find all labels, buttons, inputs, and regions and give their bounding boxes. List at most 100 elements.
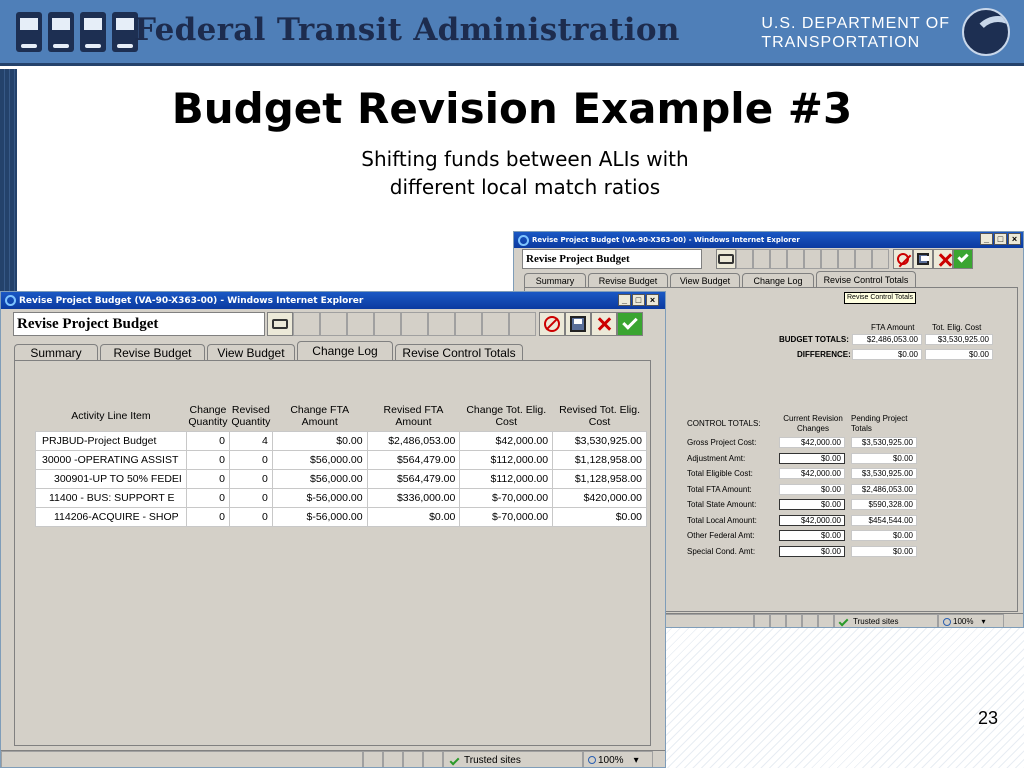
front-status-bar: Trusted sites 100% ▾ xyxy=(1,750,665,767)
cell-change-elig: $42,000.00 xyxy=(459,430,554,451)
maximize-button[interactable]: □ xyxy=(994,233,1007,245)
ct-label-special-cond: Special Cond. Amt: xyxy=(687,547,756,556)
front-zoom-control[interactable]: 100% ▾ xyxy=(583,751,653,767)
tab-view-budget[interactable]: View Budget xyxy=(207,344,295,360)
table-row[interactable]: 30000 -OPERATING ASSIST 0 0 $56,000.00 $… xyxy=(35,449,647,470)
back-tab-revise-control-totals[interactable]: Revise Control Totals xyxy=(816,271,916,287)
back-zone-indicator: Trusted sites xyxy=(834,614,938,627)
col-header-revised-elig: Revised Tot. Elig. Cost xyxy=(559,403,641,428)
table-row[interactable]: 300901-UP TO 50% FEDEI 0 0 $56,000.00 $5… xyxy=(35,468,647,489)
front-zone-indicator: Trusted sites xyxy=(443,751,583,767)
cell-revised-fta: $564,479.00 xyxy=(366,468,461,489)
minimize-button[interactable]: _ xyxy=(980,233,993,245)
cell-change-fta: $-56,000.00 xyxy=(271,487,368,508)
budget-totals-label: BUDGET TOTALS: xyxy=(779,335,849,344)
back-toolbar: Revise Project Budget xyxy=(522,249,1020,269)
tab-revise-control-totals[interactable]: Revise Control Totals xyxy=(395,344,523,360)
close-button[interactable]: × xyxy=(1008,233,1021,245)
col-header-change-qty: Change Quantity xyxy=(188,403,228,428)
back-zoom-control[interactable]: 100% ▾ xyxy=(938,614,1004,627)
cell-ali: 114206-ACQUIRE - SHOP xyxy=(35,506,187,527)
cell-change-qty: 0 xyxy=(185,506,230,527)
cell-change-qty: 0 xyxy=(185,430,230,451)
back-tab-strip: Summary Revise Budget View Budget Change… xyxy=(524,271,918,287)
difference-fta: $0.00 xyxy=(852,349,922,360)
slide-title: Budget Revision Example #3 xyxy=(171,84,853,133)
ct-current-total-eligible: $42,000.00 xyxy=(779,468,845,479)
cell-revised-fta: $0.00 xyxy=(366,506,461,527)
back-window-controls: _ □ × xyxy=(980,233,1021,245)
tab-summary[interactable]: Summary xyxy=(14,344,98,360)
zoom-icon xyxy=(588,756,596,764)
dot-line-2: TRANSPORTATION xyxy=(761,34,921,51)
table-row[interactable]: PRJBUD-Project Budget 0 4 $0.00 $2,486,0… xyxy=(35,430,647,451)
ct-current-adjustment[interactable]: $0.00 xyxy=(779,453,845,464)
budget-total-fta: $2,486,053.00 xyxy=(852,334,922,345)
ct-current-local[interactable]: $42,000.00 xyxy=(779,515,845,526)
dot-wordmark: U.S. DEPARTMENT OF TRANSPORTATION xyxy=(761,14,950,52)
zoom-icon xyxy=(943,617,951,626)
dot-line-1: U.S. DEPARTMENT OF xyxy=(761,15,950,32)
slide-header: Federal Transit Administration U.S. DEPA… xyxy=(0,0,1024,66)
ct-current-special-cond[interactable]: $0.00 xyxy=(779,546,845,557)
cell-change-fta: $56,000.00 xyxy=(271,468,368,489)
back-tab-view-budget[interactable]: View Budget xyxy=(670,273,740,287)
rollback-icon[interactable] xyxy=(893,249,913,269)
front-window-controls: _ □ × xyxy=(618,294,659,306)
ct-label-other-federal: Other Federal Amt: xyxy=(687,531,755,540)
back-window-title: Revise Project Budget (VA-90-X363-00) - … xyxy=(532,236,800,244)
save-icon[interactable] xyxy=(565,312,591,336)
slide-subtitle: Shifting funds between ALIs with differe… xyxy=(300,145,750,201)
cell-ali: 11400 - BUS: SUPPORT E xyxy=(35,487,187,508)
ct-label-adjustment: Adjustment Amt: xyxy=(687,454,746,463)
back-tab-revise-budget[interactable]: Revise Budget xyxy=(588,273,668,287)
ct-current-state[interactable]: $0.00 xyxy=(779,499,845,510)
cell-change-fta: $56,000.00 xyxy=(271,449,368,470)
cell-revised-qty: 4 xyxy=(228,430,273,451)
tab-revise-budget[interactable]: Revise Budget xyxy=(100,344,205,360)
back-status-text: Trusted sites xyxy=(853,617,899,626)
ct-label-gross: Gross Project Cost: xyxy=(687,438,757,447)
col-header-change-elig: Change Tot. Elig. Cost xyxy=(466,403,547,428)
cancel-icon[interactable] xyxy=(591,312,617,336)
ct-label-fta: Total FTA Amount: xyxy=(687,485,752,494)
cell-change-qty: 0 xyxy=(185,449,230,470)
bus-icon xyxy=(16,12,42,52)
ct-current-other-federal[interactable]: $0.00 xyxy=(779,530,845,541)
maximize-button[interactable]: □ xyxy=(632,294,645,306)
ok-icon[interactable] xyxy=(953,249,973,269)
ct-header-pending: Pending Project Totals xyxy=(851,414,908,433)
printer-icon[interactable] xyxy=(716,249,736,269)
cell-ali: 300901-UP TO 50% FEDEI xyxy=(35,468,187,489)
ct-pending-fta: $2,486,053.00 xyxy=(851,484,917,495)
close-button[interactable]: × xyxy=(646,294,659,306)
table-row[interactable]: 114206-ACQUIRE - SHOP 0 0 $-56,000.00 $0… xyxy=(35,506,647,527)
page-number: 23 xyxy=(977,708,998,728)
cell-revised-elig: $0.00 xyxy=(552,506,647,527)
table-header-row: Activity Line Item Change Quantity Revis… xyxy=(36,401,647,431)
front-toolbar: Revise Project Budget xyxy=(13,312,653,336)
rollback-icon[interactable] xyxy=(539,312,565,336)
ct-pending-state: $590,328.00 xyxy=(851,499,917,510)
minimize-button[interactable]: _ xyxy=(618,294,631,306)
tab-change-log[interactable]: Change Log xyxy=(297,341,393,360)
col-header-change-fta: Change FTA Amount xyxy=(290,403,350,428)
cancel-icon[interactable] xyxy=(933,249,953,269)
back-tab-summary[interactable]: Summary xyxy=(524,273,586,287)
printer-icon[interactable] xyxy=(267,312,293,336)
ct-pending-local: $454,544.00 xyxy=(851,515,917,526)
save-icon[interactable] xyxy=(913,249,933,269)
cell-change-elig: $-70,000.00 xyxy=(459,506,554,527)
back-tab-change-log[interactable]: Change Log xyxy=(742,273,814,287)
cell-revised-qty: 0 xyxy=(228,468,273,489)
chevron-down-icon: ▾ xyxy=(981,617,986,626)
table-row[interactable]: 11400 - BUS: SUPPORT E 0 0 $-56,000.00 $… xyxy=(35,487,647,508)
cell-revised-fta: $564,479.00 xyxy=(366,449,461,470)
change-log-table: Activity Line Item Change Quantity Revis… xyxy=(35,401,647,527)
back-zoom-text: 100% xyxy=(953,617,974,626)
ct-pending-gross: $3,530,925.00 xyxy=(851,437,917,448)
trusted-check-icon xyxy=(449,755,460,765)
cell-change-fta: $0.00 xyxy=(271,430,368,451)
front-window-title: Revise Project Budget (VA-90-X363-00) - … xyxy=(19,295,364,306)
ok-icon[interactable] xyxy=(617,312,643,336)
